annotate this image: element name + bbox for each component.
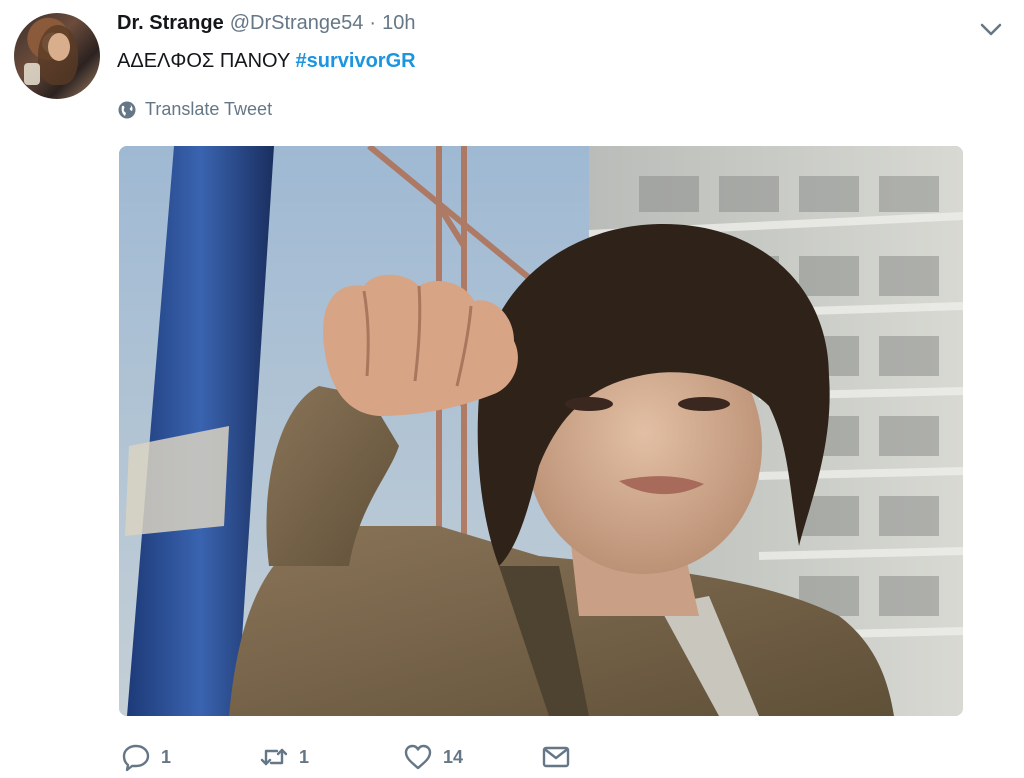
like-count: 14 — [443, 746, 464, 767]
tweet-timestamp[interactable]: 10h — [382, 12, 415, 35]
reply-button[interactable]: 1 — [121, 742, 171, 772]
tweet-photo[interactable] — [119, 146, 963, 716]
tweet-text-body: ΑΔΕΛΦΟΣ ΠΑΝΟΥ — [117, 50, 290, 72]
retweet-icon — [260, 748, 288, 766]
tweet: Dr. Strange @DrStrange54 · 10h ΑΔΕΛΦΟΣ Π… — [0, 0, 1024, 778]
reply-icon — [122, 744, 150, 772]
author-handle[interactable]: @DrStrange54 — [230, 12, 364, 35]
envelope-icon — [542, 746, 570, 768]
retweet-count: 1 — [299, 746, 310, 767]
globe-icon — [118, 101, 136, 118]
direct-message-button[interactable] — [541, 742, 571, 772]
hashtag-link[interactable]: #survivorGR — [296, 50, 416, 72]
chevron-down-icon[interactable] — [978, 18, 1004, 40]
translate-tweet-link[interactable]: Translate Tweet — [117, 99, 272, 120]
reply-count: 1 — [161, 746, 172, 767]
retweet-button[interactable]: 1 — [259, 742, 309, 772]
author-display-name[interactable]: Dr. Strange — [117, 12, 224, 35]
separator-dot: · — [369, 12, 377, 34]
translate-label: Translate Tweet — [145, 99, 273, 119]
like-button[interactable]: 14 — [403, 742, 463, 772]
photo-illustration — [119, 146, 963, 716]
tweet-text: ΑΔΕΛΦΟΣ ΠΑΝΟΥ #survivorGR — [117, 50, 416, 73]
avatar[interactable] — [14, 13, 100, 99]
tweet-header: Dr. Strange @DrStrange54 · 10h — [117, 12, 415, 35]
heart-icon — [404, 744, 432, 770]
